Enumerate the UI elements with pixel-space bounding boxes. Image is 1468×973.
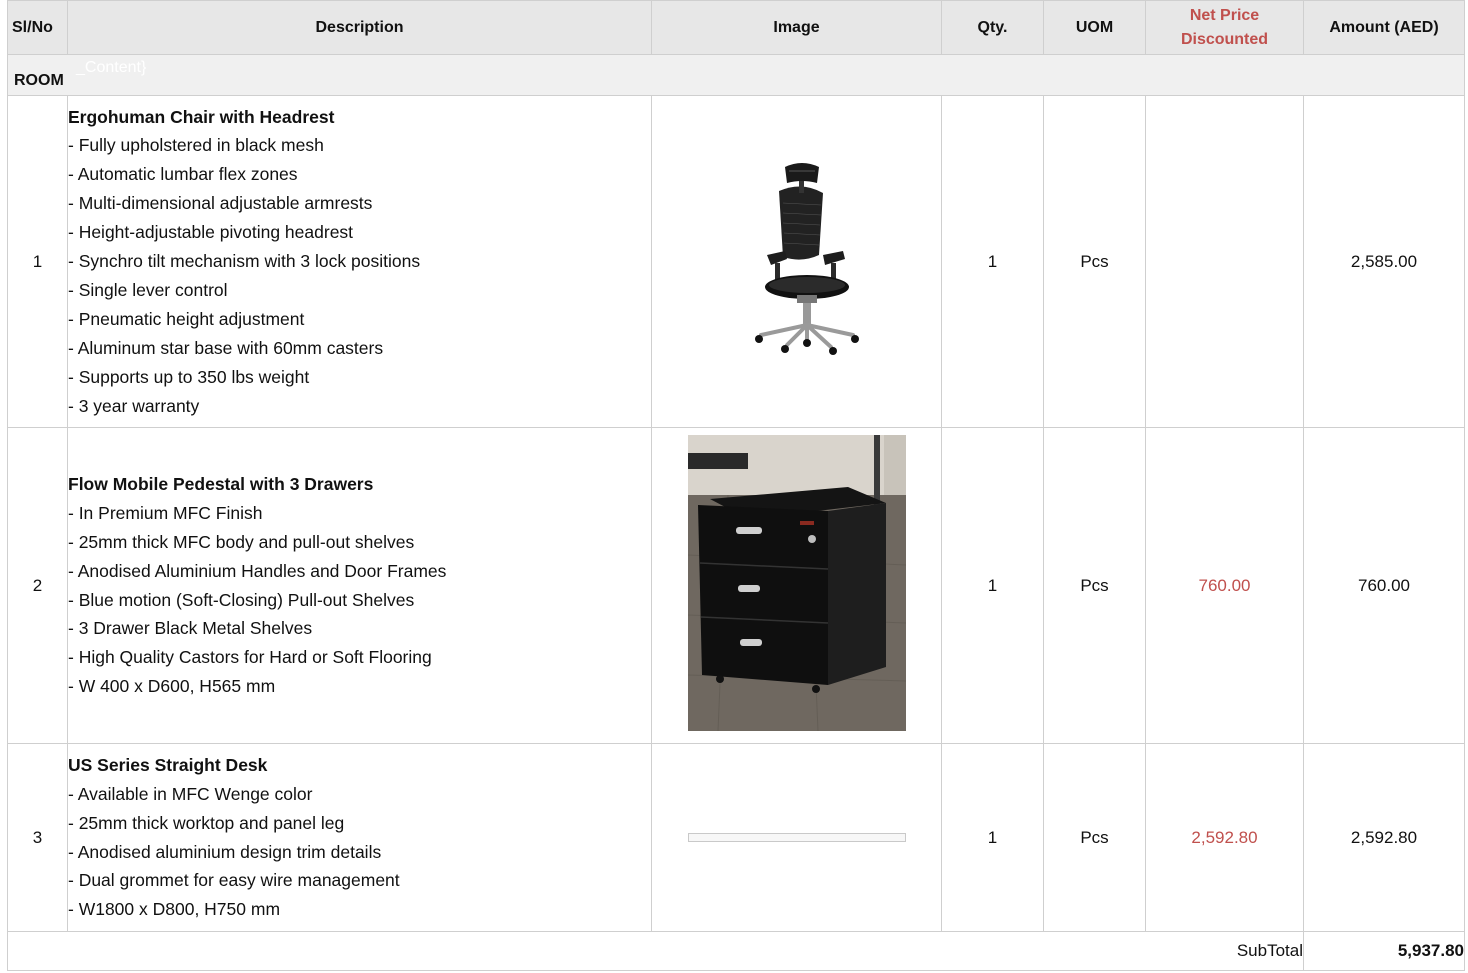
item-spec-line: - Synchro tilt mechanism with 3 lock pos… [68,251,421,272]
item-spec-line: - Supports up to 350 lbs weight [68,366,310,387]
row-slno: 2 [7,427,68,744]
col-header-net-price: Net Price Discounted [1145,0,1304,55]
item-spec-line: - Available in MFC Wenge color [68,783,313,804]
item-spec-line: - 25mm thick worktop and panel leg [68,812,345,833]
item-title: Ergohuman Chair with Headrest [68,106,335,127]
table-row: 2 Flow Mobile Pedestal with 3 Drawers - … [7,427,1465,744]
subtotal-label: SubTotal [7,931,1304,971]
subtotal-value: 5,937.80 [1303,931,1465,971]
item-spec-line: - Dual grommet for easy wire management [68,870,400,891]
item-title: Flow Mobile Pedestal with 3 Drawers [68,473,374,494]
col-header-uom: UOM [1043,0,1146,55]
subtotal-row: SubTotal 5,937.80 [7,931,1465,971]
row-slno: 3 [7,743,68,932]
table-header-row: Sl/No Description Image Qty. UOM Net Pri… [7,0,1465,55]
section-row: ROOM _Content} [7,54,1465,96]
item-spec-line: - Aluminum star base with 60mm casters [68,337,384,358]
col-header-image: Image [651,0,942,55]
desk-image [687,832,906,842]
row-image-cell [651,743,942,932]
row-description: Ergohuman Chair with Headrest - Fully up… [67,95,652,428]
office-chair-image [754,163,859,355]
table-row: 3 US Series Straight Desk - Available in… [7,743,1465,932]
col-header-slno: Sl/No [7,0,68,55]
item-title: US Series Straight Desk [68,754,268,775]
item-spec-line: - Pneumatic height adjustment [68,308,305,329]
section-cell: ROOM _Content} [7,54,1465,96]
row-net-price: 2,592.80 [1145,743,1304,932]
row-description: Flow Mobile Pedestal with 3 Drawers - In… [67,427,652,744]
row-amount: 760.00 [1303,427,1465,744]
section-ghost-text: _Content} [76,59,147,76]
col-header-description: Description [67,0,652,55]
col-header-qty: Qty. [941,0,1044,55]
item-spec-line: - 3 year warranty [68,395,200,416]
row-uom: Pcs [1043,427,1146,744]
row-uom: Pcs [1043,743,1146,932]
table-row: 1 Ergohuman Chair with Headrest - Fully … [7,95,1465,428]
section-label: ROOM [14,72,64,89]
row-image-cell [651,427,942,744]
item-spec-line: - High Quality Castors for Hard or Soft … [68,647,432,668]
net-price-label-line1: Net Price [1189,6,1260,24]
row-qty: 1 [941,427,1044,744]
row-qty: 1 [941,95,1044,428]
row-image-cell [651,95,942,428]
item-spec-line: - Anodised Aluminium Handles and Door Fr… [68,560,447,581]
row-slno: 1 [7,95,68,428]
item-spec-line: - W 400 x D600, H565 mm [68,676,276,697]
row-net-price: 760.00 [1145,427,1304,744]
row-uom: Pcs [1043,95,1146,428]
row-qty: 1 [941,743,1044,932]
item-spec-line: - Automatic lumbar flex zones [68,164,298,185]
item-spec-line: - 3 Drawer Black Metal Shelves [68,618,313,639]
item-spec-line: - In Premium MFC Finish [68,502,263,523]
col-header-amount: Amount (AED) [1303,0,1465,55]
item-spec-line: - 25mm thick MFC body and pull-out shelv… [68,531,415,552]
item-spec-line: - Fully upholstered in black mesh [68,135,324,156]
row-net-price [1145,95,1304,428]
item-spec-line: - Height-adjustable pivoting headrest [68,222,354,243]
item-spec-line: - W1800 x D800, H750 mm [68,899,281,920]
item-spec-line: - Single lever control [68,279,228,300]
row-amount: 2,585.00 [1303,95,1465,428]
net-price-label-line2: Discounted [1180,30,1269,48]
item-spec-line: - Multi-dimensional adjustable armrests [68,193,373,214]
quotation-table: Sl/No Description Image Qty. UOM Net Pri… [7,0,1465,971]
row-description: US Series Straight Desk - Available in M… [67,743,652,932]
pedestal-image [687,435,906,732]
row-amount: 2,592.80 [1303,743,1465,932]
item-spec-line: - Anodised aluminium design trim details [68,841,382,862]
item-spec-line: - Blue motion (Soft-Closing) Pull-out Sh… [68,589,415,610]
